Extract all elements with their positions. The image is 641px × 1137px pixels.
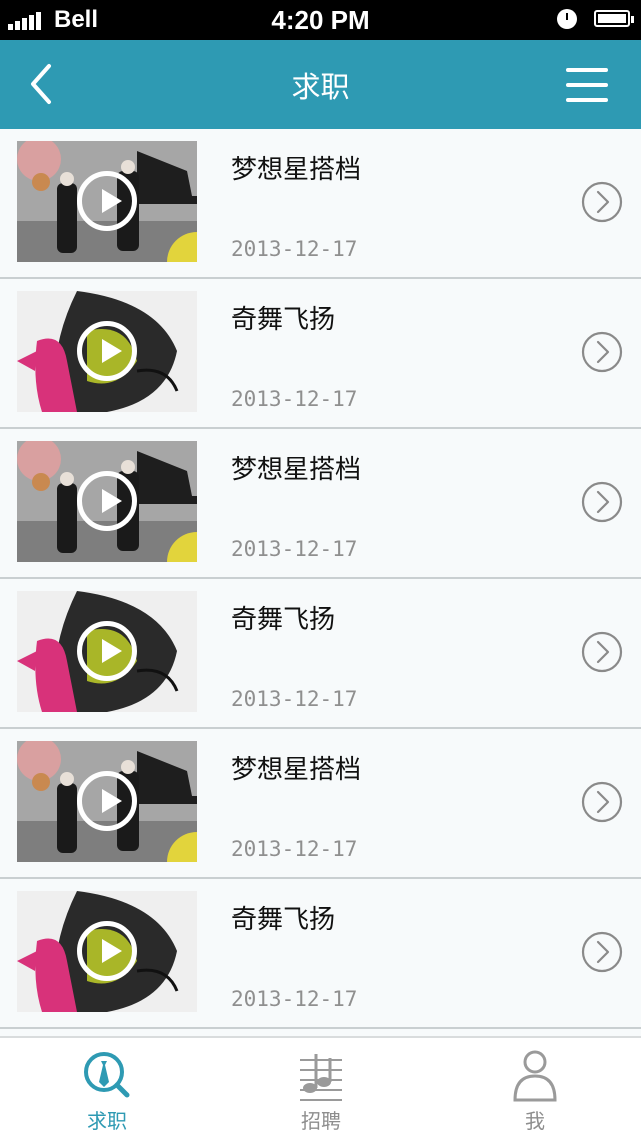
item-title: 梦想星搭档 bbox=[231, 155, 362, 185]
tab-me[interactable]: 我 bbox=[428, 1038, 641, 1137]
user-icon bbox=[513, 1050, 557, 1102]
tab-recruit[interactable]: 招聘 bbox=[214, 1038, 428, 1137]
chevron-right-circle-icon[interactable] bbox=[581, 631, 623, 673]
video-thumbnail[interactable] bbox=[17, 891, 197, 1012]
tab-label: 招聘 bbox=[301, 1109, 341, 1133]
tab-label: 求职 bbox=[87, 1109, 127, 1133]
video-thumbnail[interactable] bbox=[17, 441, 197, 562]
status-time: 4:20 PM bbox=[271, 5, 370, 35]
list-item[interactable]: 梦想星搭档 2013-12-17 bbox=[0, 729, 641, 879]
alarm-clock-icon bbox=[557, 9, 577, 29]
tab-job-search[interactable]: 求职 bbox=[0, 1038, 214, 1137]
play-icon[interactable] bbox=[77, 621, 137, 681]
item-title: 奇舞飞扬 bbox=[231, 605, 336, 635]
list-item[interactable]: 奇舞飞扬 2013-12-17 bbox=[0, 879, 641, 1029]
recruit-icon bbox=[300, 1054, 342, 1101]
item-date: 2013-12-17 bbox=[231, 987, 358, 1011]
list-item[interactable]: 梦想星搭档 2013-12-17 bbox=[0, 429, 641, 579]
tab-label: 我 bbox=[525, 1109, 545, 1133]
play-icon[interactable] bbox=[77, 471, 137, 531]
play-icon[interactable] bbox=[77, 321, 137, 381]
item-date: 2013-12-17 bbox=[231, 537, 358, 561]
item-title: 奇舞飞扬 bbox=[231, 305, 336, 335]
page-title: 求职 bbox=[291, 70, 350, 104]
item-title: 奇舞飞扬 bbox=[231, 905, 336, 935]
chevron-right-circle-icon[interactable] bbox=[581, 181, 623, 223]
battery-icon bbox=[594, 10, 634, 27]
job-search-icon bbox=[84, 1052, 130, 1098]
chevron-right-circle-icon[interactable] bbox=[581, 781, 623, 823]
nav-bar: 求职 bbox=[0, 40, 641, 129]
tab-bar: 求职 招聘 我 bbox=[0, 1036, 641, 1137]
play-icon[interactable] bbox=[77, 771, 137, 831]
item-date: 2013-12-17 bbox=[231, 687, 358, 711]
item-title: 梦想星搭档 bbox=[231, 455, 362, 485]
chevron-right-circle-icon[interactable] bbox=[581, 931, 623, 973]
hamburger-menu-icon[interactable] bbox=[566, 68, 608, 102]
list-item[interactable]: 奇舞飞扬 2013-12-17 bbox=[0, 279, 641, 429]
chevron-right-circle-icon[interactable] bbox=[581, 481, 623, 523]
chevron-right-circle-icon[interactable] bbox=[581, 331, 623, 373]
video-thumbnail[interactable] bbox=[17, 141, 197, 262]
play-icon[interactable] bbox=[77, 921, 137, 981]
list-item[interactable]: 奇舞飞扬 2013-12-17 bbox=[0, 579, 641, 729]
item-date: 2013-12-17 bbox=[231, 237, 358, 261]
video-thumbnail[interactable] bbox=[17, 591, 197, 712]
item-date: 2013-12-17 bbox=[231, 387, 358, 411]
list-item[interactable]: 梦想星搭档 2013-12-17 bbox=[0, 129, 641, 279]
status-bar: Bell 4:20 PM bbox=[0, 0, 641, 40]
video-thumbnail[interactable] bbox=[17, 741, 197, 862]
video-thumbnail[interactable] bbox=[17, 291, 197, 412]
item-date: 2013-12-17 bbox=[231, 837, 358, 861]
play-icon[interactable] bbox=[77, 171, 137, 231]
item-title: 梦想星搭档 bbox=[231, 755, 362, 785]
video-list: 梦想星搭档 2013-12-17 奇舞飞扬 2013-12-17 梦想星搭档 2… bbox=[0, 129, 641, 1029]
